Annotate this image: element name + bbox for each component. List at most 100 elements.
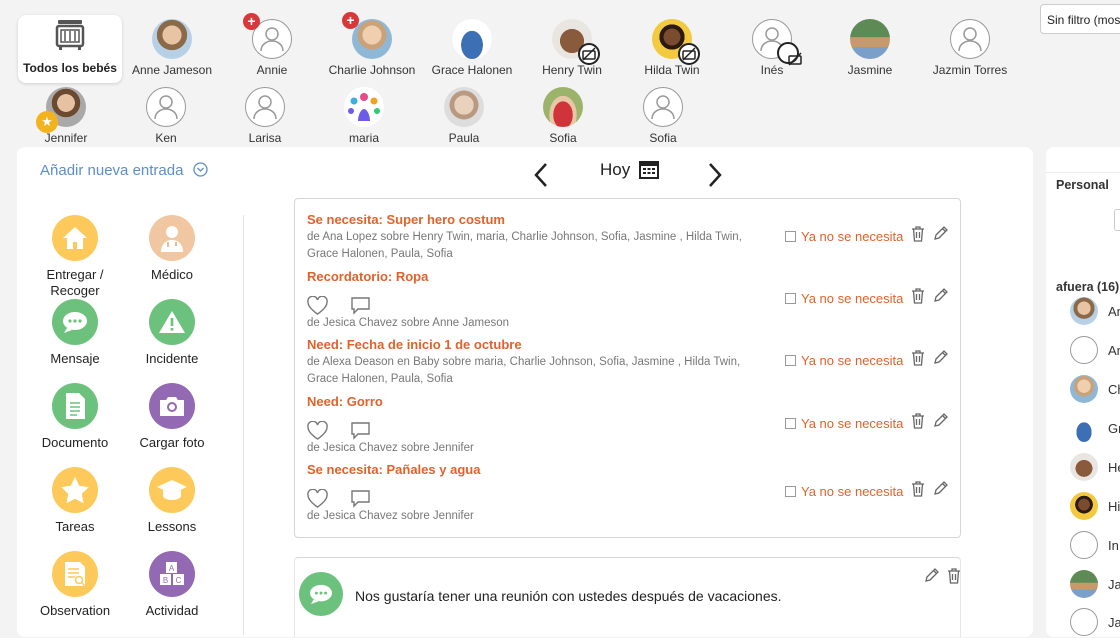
comment-icon[interactable] [350,296,371,315]
kid-name: Sofia [649,131,677,145]
not-needed-checkbox[interactable]: Ya no se necesita [785,484,903,499]
kid-avatar [245,87,285,127]
entry-title[interactable]: Se necesita: Pañales y agua [307,462,480,477]
trash-icon[interactable] [911,413,925,429]
entry-title[interactable]: Need: Gorro [307,394,383,409]
entry-title[interactable]: Need: Fecha de inicio 1 de octubre [307,337,522,352]
kid-tab[interactable]: Grace Halonen [422,19,522,77]
person-placeholder-icon [260,27,284,52]
action-observation[interactable]: Observation [25,551,125,618]
kid-avatar [950,19,990,59]
kid-tab[interactable]: Paula [414,87,514,145]
chevron-down-circle-icon [192,162,208,177]
kid-tab[interactable]: Jazmin Torres [920,19,1020,77]
action-dropoff-pickup[interactable]: Entregar / Recoger [25,215,125,299]
kid-name: Hilda Twin [644,63,700,77]
action-tasks[interactable]: Tareas [25,467,125,534]
search-input[interactable] [1114,209,1120,231]
kid-name: Paula [448,131,480,145]
kid-avatar [444,87,484,127]
kid-avatar [452,19,492,59]
pencil-icon[interactable] [933,288,948,303]
kid-tab[interactable]: Hilda Twin [622,19,722,77]
avatar [1070,570,1098,598]
action-label: Observation [39,603,111,618]
person-placeholder-icon [958,27,982,52]
not-needed-checkbox[interactable]: Ya no se necesita [785,291,903,306]
trash-icon[interactable] [911,288,925,304]
entry-title[interactable]: Recordatorio: Ropa [307,269,428,284]
next-day-arrow-icon[interactable] [707,162,723,188]
entry-title[interactable]: Se necesita: Super hero costum [307,212,505,227]
add-entry-label: Añadir nueva entrada [40,162,184,179]
kid-tab[interactable]: ★ Jennifer [16,87,116,145]
action-incident[interactable]: Incidente [122,299,222,366]
kid-name: Jazmin Torres [932,63,1008,77]
kid-name: maria [348,131,379,145]
kid-tab[interactable]: Anne Jameson [122,19,222,77]
no-photo-icon [777,42,802,66]
action-medical[interactable]: Médico [122,215,222,282]
heart-icon[interactable] [307,421,328,440]
kid-name: Jasmine [847,63,893,77]
not-needed-checkbox[interactable]: Ya no se necesita [785,229,903,244]
pencil-icon[interactable] [924,568,939,583]
avatar [1070,453,1098,481]
add-entry-dropdown[interactable]: Añadir nueva entrada [40,162,208,179]
kid-name: Annie [256,63,288,77]
action-label: Tareas [55,519,95,534]
document-icon [52,383,98,429]
kid-avatar [146,87,186,127]
people-group-icon [348,93,380,121]
kid-tab[interactable]: Inés [722,19,822,77]
kid-tab[interactable]: Sofia [613,87,713,145]
kid-tab[interactable]: Henry Twin [522,19,622,77]
kid-tab[interactable]: + Charlie Johnson [322,12,422,77]
trash-icon[interactable] [911,226,925,242]
action-lessons[interactable]: Lessons [122,467,222,534]
not-needed-checkbox[interactable]: Ya no se necesita [785,353,903,368]
kid-name: Larisa [248,131,282,145]
kid-tab[interactable]: Larisa [215,87,315,145]
not-needed-checkbox[interactable]: Ya no se necesita [785,416,903,431]
trash-icon[interactable] [911,350,925,366]
heart-icon[interactable] [307,296,328,315]
action-message[interactable]: Mensaje [25,299,125,366]
action-label: Incidente [145,351,199,366]
prev-day-arrow-icon[interactable] [533,162,549,188]
calendar-icon[interactable] [639,160,659,179]
action-upload-photo[interactable]: Cargar foto [122,383,222,450]
kid-name: Inés [760,63,784,77]
kid-avatar [850,19,890,59]
medical-cross-icon: + [342,12,359,29]
heart-icon[interactable] [307,489,328,508]
tab-personal[interactable]: Personal [1056,178,1109,192]
main-card: Añadir nueva entrada Hoy Entregar / Reco… [17,147,1033,637]
graduation-cap-icon [149,467,195,513]
action-activity[interactable]: ABC Actividad [122,551,222,618]
kid-avatar: ★ [36,87,86,133]
action-document[interactable]: Documento [25,383,125,450]
kid-tab[interactable]: + Annie [222,13,322,77]
avatar [1070,608,1098,636]
comment-icon[interactable] [350,489,371,508]
entry-meta: de Jesica Chavez sobre Jennifer [307,442,474,454]
pencil-icon[interactable] [933,350,948,365]
kid-tab[interactable]: Sofia [513,87,613,145]
kid-tab[interactable]: maria [314,87,414,145]
trash-icon[interactable] [947,568,961,584]
kid-tab-all[interactable]: Todos los bebés [18,15,122,83]
comment-icon[interactable] [350,421,371,440]
kid-tab[interactable]: Jasmine [820,19,920,77]
chat-bubble-icon [299,572,343,616]
entry-meta: de Ana Lopez sobre Henry Twin, maria, Ch… [307,231,742,260]
filter-dropdown[interactable]: Sin filtro (mos [1040,4,1120,34]
pencil-icon[interactable] [933,413,948,428]
entry-meta: de Jesica Chavez sobre Jennifer [307,510,474,522]
pencil-icon[interactable] [933,481,948,496]
trash-icon[interactable] [911,481,925,497]
pencil-icon[interactable] [933,226,948,241]
doctor-icon [149,215,195,261]
kid-name: Anne Jameson [131,63,213,77]
kid-tab[interactable]: Ken [116,87,216,145]
